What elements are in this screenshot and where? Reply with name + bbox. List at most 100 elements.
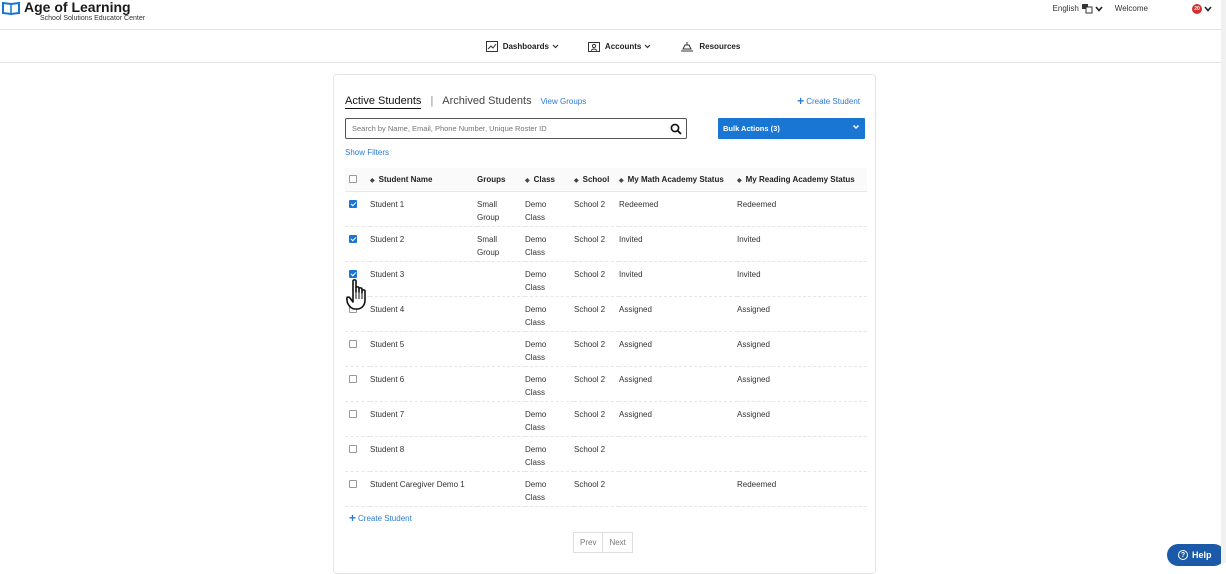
row-checkbox[interactable] [349,234,357,243]
user-menu[interactable]: 20 [1192,3,1212,14]
math-status-cell: Assigned [619,339,652,349]
language-label: English [1052,4,1079,13]
row-checkbox[interactable] [349,374,357,383]
groups-cell [477,436,525,472]
student-name-cell[interactable]: Student 2 [370,235,404,244]
reading-status-cell: Invited [737,234,761,244]
nav-resources[interactable]: Resources [680,41,740,52]
search-icon[interactable] [670,123,682,135]
create-student-bottom-button[interactable]: + Create Student [349,512,412,524]
column-math-status-label: My Math Academy Status [627,174,724,184]
school-cell: School 2 [574,199,606,209]
next-button[interactable]: Next [603,532,633,553]
school-cell: School 2 [574,304,606,314]
class-cell: Demo Class [525,436,574,472]
reading-status-cell: Invited [737,269,761,279]
table-row: Student Caregiver Demo 1 Demo Class School … [345,471,867,507]
column-class[interactable]: ◆ Class [525,168,574,192]
translate-icon [1081,4,1093,14]
create-student-button[interactable]: + Create Student [797,95,860,107]
main-nav: Dashboards Accounts Resources [0,30,1226,63]
class-cell: Demo Class [525,401,574,437]
column-student-name[interactable]: ◆ Student Name [370,168,477,192]
class-cell: Demo Class [525,471,574,507]
groups-cell [477,261,525,297]
show-filters-link[interactable]: Show Filters [345,148,389,157]
sort-icon: ◆ [574,177,579,184]
row-checkbox[interactable] [349,199,357,208]
table-row: Student 7 Demo Class School 2 Assigned Assign… [345,401,867,437]
question-icon: ? [1178,550,1188,560]
student-name-cell[interactable]: Student 3 [370,270,404,279]
student-tabs: Active Students | Archived Students View… [345,95,586,109]
student-name-cell[interactable]: Student Caregiver Demo 1 [370,480,465,489]
groups-cell [477,296,525,332]
nav-accounts[interactable]: Accounts [587,41,656,52]
table-row: Student 8 Demo Class School 2 [345,436,867,472]
students-table: ◆ Student Name Groups ◆ Class ◆ School ◆ My … [345,168,867,507]
school-cell: School 2 [574,444,606,454]
chart-icon [485,40,498,52]
students-card: Active Students | Archived Students View… [333,74,876,574]
student-name-cell[interactable]: Student 5 [370,340,404,349]
tab-archived-students[interactable]: Archived Students [442,95,531,107]
class-line: Demo [525,374,547,384]
hand-pointer-icon [346,279,366,310]
prev-button[interactable]: Prev [573,532,604,553]
brand-logo[interactable]: Age of Learning School Solutions Educato… [2,0,145,22]
student-name-cell[interactable]: Student 8 [370,445,404,454]
class-cell: Demo Class [525,226,574,262]
student-name-cell[interactable]: Student 7 [370,410,404,419]
pagination: Prev Next [573,532,633,553]
sort-icon: ◆ [525,177,530,184]
row-checkbox[interactable] [349,479,357,488]
search-input[interactable] [346,119,656,138]
chevron-down-icon [1095,5,1103,12]
math-status-cell: Assigned [619,374,652,384]
class-line: Class [525,282,546,292]
reading-status-cell: Redeemed [737,199,777,209]
create-student-label: Create Student [806,96,860,106]
class-line: Class [525,422,546,432]
chevron-down-icon [1204,5,1212,12]
math-status-cell: Invited [619,269,643,279]
table-row: Student 6 Demo Class School 2 Assigned Assign… [345,366,867,402]
table-header-row: ◆ Student Name Groups ◆ Class ◆ School ◆ My … [345,168,867,192]
math-status-cell: Assigned [619,409,652,419]
student-name-cell[interactable]: Student 6 [370,375,404,384]
class-cell: Demo Class [525,191,574,227]
bulk-actions-label: Bulk Actions (3) [723,124,780,133]
row-checkbox[interactable] [349,339,357,348]
table-row: Student 5 Demo Class School 2 Assigned Assign… [345,331,867,367]
class-line: Class [525,457,546,467]
language-selector[interactable]: English [1053,3,1103,14]
help-label: Help [1192,550,1212,560]
class-line: Demo [525,199,547,209]
scrollbar[interactable] [1221,0,1226,563]
class-line: Demo [525,304,547,314]
resources-icon [681,41,694,51]
nav-dashboards[interactable]: Dashboards [485,40,564,52]
class-line: Demo [525,444,547,454]
select-all-checkbox[interactable] [349,175,357,184]
class-line: Class [525,492,546,502]
row-checkbox[interactable] [349,409,357,418]
row-checkbox[interactable] [349,444,357,453]
column-reading-status[interactable]: ◆ My Reading Academy Status [737,168,867,192]
top-bar: Age of Learning School Solutions Educato… [0,0,1226,30]
student-name-cell[interactable]: Student 1 [370,200,404,209]
chevron-down-icon [644,44,651,48]
nav-accounts-label: Accounts [604,41,642,51]
column-math-status[interactable]: ◆ My Math Academy Status [619,168,737,192]
groups-line: Small [477,234,498,244]
class-cell: Demo Class [525,331,574,367]
row-checkbox[interactable] [349,269,357,278]
nav-dashboards-label: Dashboards [502,41,549,51]
view-groups-link[interactable]: View Groups [541,97,587,106]
tab-active-students[interactable]: Active Students [345,95,422,109]
school-cell: School 2 [574,409,606,419]
column-groups-label: Groups [477,174,506,184]
bulk-actions-dropdown[interactable]: Bulk Actions (3) [718,118,865,139]
column-school[interactable]: ◆ School [574,168,619,192]
create-student-bottom-label: Create Student [358,513,412,523]
